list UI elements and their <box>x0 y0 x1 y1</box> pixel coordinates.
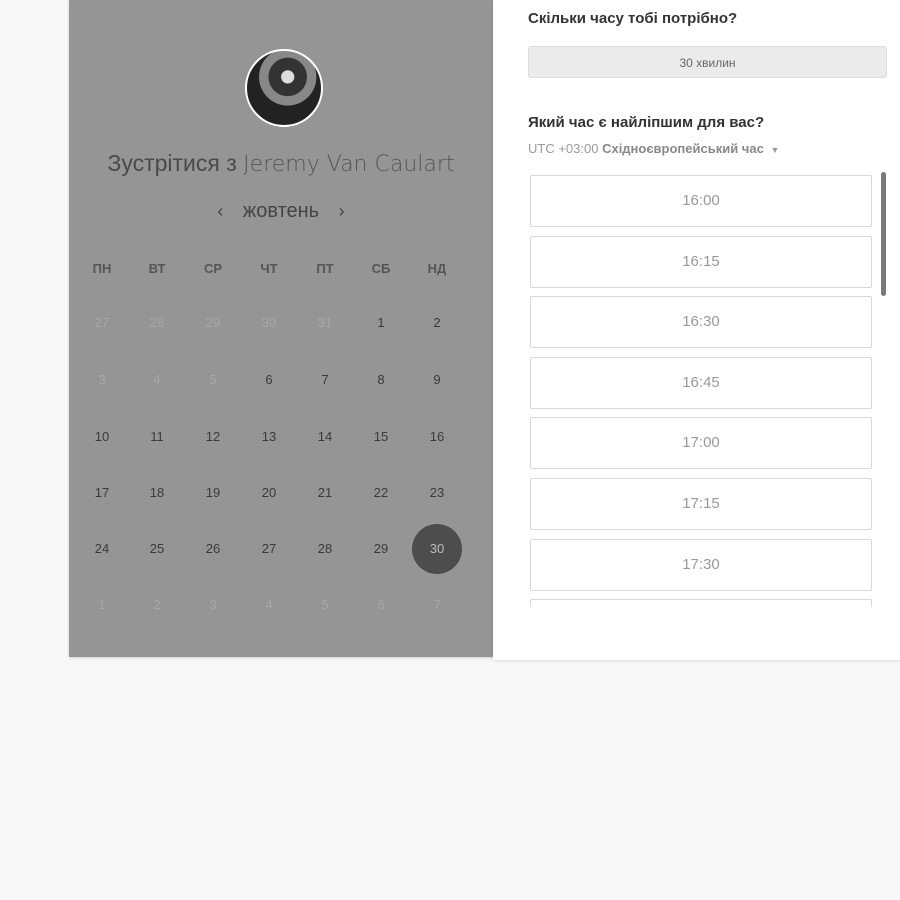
calendar-day[interactable]: 26 <box>193 539 233 559</box>
calendar-day[interactable]: 10 <box>82 427 122 447</box>
calendar-day[interactable]: 23 <box>417 483 457 503</box>
time-slot[interactable]: 17:15 <box>530 478 872 530</box>
calendar-day[interactable]: 9 <box>417 370 457 390</box>
calendar-day: 7 <box>433 597 441 612</box>
title-prefix: Зустрітися з <box>107 150 237 176</box>
host-panel: Зустрітися з Jeremy Van Caulart ‹ жовтен… <box>69 0 493 657</box>
weekday-label: ПТ <box>316 261 334 276</box>
calendar-day: 1 <box>98 597 106 612</box>
weekday-label: НД <box>427 261 447 276</box>
calendar-day[interactable]: 11 <box>137 427 177 447</box>
calendar-day[interactable]: 12 <box>193 427 233 447</box>
calendar-day: 30 <box>261 315 277 330</box>
time-slot[interactable]: 16:00 <box>530 175 872 227</box>
calendar-day[interactable]: 15 <box>361 427 401 447</box>
meeting-title: Зустрітися з Jeremy Van Caulart <box>69 150 493 177</box>
calendar-day: 3 <box>98 372 106 387</box>
tz-name: Східноєвропейський час <box>602 141 764 156</box>
weekday-label: ЧТ <box>260 261 278 276</box>
time-slot-list: 16:00 16:15 16:30 16:45 17:00 17:15 17:30 <box>530 175 875 607</box>
month-label: жовтень <box>242 200 320 223</box>
calendar-day: 5 <box>209 372 217 387</box>
calendar-day: 29 <box>205 315 221 330</box>
calendar-day[interactable]: 14 <box>305 427 345 447</box>
calendar-day[interactable]: 25 <box>137 539 177 559</box>
booking-panel: Скільки часу тобі потрібно? 30 хвилин Як… <box>493 0 900 660</box>
calendar-day[interactable]: 2 <box>417 313 457 333</box>
calendar-day[interactable]: 1 <box>361 313 401 333</box>
duration-select[interactable]: 30 хвилин <box>528 46 887 78</box>
calendar-day[interactable]: 19 <box>193 483 233 503</box>
calendar-day: 4 <box>265 597 273 612</box>
duration-heading: Скільки часу тобі потрібно? <box>528 10 738 27</box>
weekday-label: СР <box>203 261 223 276</box>
calendar-day: 27 <box>94 315 110 330</box>
calendar-day[interactable]: 6 <box>249 370 289 390</box>
caret-down-icon: ▼ <box>770 145 780 155</box>
calendar-day[interactable]: 22 <box>361 483 401 503</box>
weekday-label: СБ <box>371 261 391 276</box>
time-slot[interactable] <box>530 599 872 607</box>
calendar-day[interactable]: 20 <box>249 483 289 503</box>
calendar-day-selected[interactable]: 30 <box>412 524 462 574</box>
host-name: Jeremy Van Caulart <box>243 152 455 177</box>
time-heading: Який час є найліпшим для вас? <box>528 114 765 131</box>
host-avatar <box>245 49 323 127</box>
calendar-day[interactable]: 8 <box>361 370 401 390</box>
calendar-day[interactable]: 21 <box>305 483 345 503</box>
calendar-day: 28 <box>149 315 165 330</box>
calendar-day: 2 <box>153 597 161 612</box>
calendar-day[interactable]: 29 <box>361 539 401 559</box>
calendar-day[interactable]: 28 <box>305 539 345 559</box>
calendar-day[interactable]: 7 <box>305 370 345 390</box>
weekday-label: ВТ <box>148 261 166 276</box>
calendar-day[interactable]: 18 <box>137 483 177 503</box>
calendar-day: 5 <box>321 597 329 612</box>
timezone-select[interactable]: UTC +03:00 Східноєвропейський час ▼ <box>528 141 779 156</box>
calendar-day[interactable]: 24 <box>82 539 122 559</box>
prev-month-button[interactable]: ‹ <box>203 201 237 222</box>
tz-offset: UTC +03:00 <box>528 141 599 156</box>
time-slot[interactable]: 17:00 <box>530 417 872 470</box>
calendar-day: 3 <box>209 597 217 612</box>
time-slot[interactable]: 16:15 <box>530 235 872 288</box>
calendar-day[interactable]: 27 <box>249 539 289 559</box>
calendar-day[interactable]: 13 <box>249 427 289 447</box>
calendar-day[interactable]: 16 <box>417 427 457 447</box>
scrollbar[interactable] <box>881 172 886 296</box>
weekday-label: ПН <box>92 261 112 276</box>
next-month-button[interactable]: › <box>325 201 359 222</box>
calendar-day[interactable]: 17 <box>82 483 122 503</box>
calendar-day: 4 <box>153 372 161 387</box>
time-slot[interactable]: 16:45 <box>530 356 872 409</box>
time-slot[interactable]: 17:30 <box>530 538 872 591</box>
calendar-day: 31 <box>317 315 333 330</box>
month-nav: ‹ жовтень › <box>69 200 493 223</box>
calendar-day: 6 <box>377 597 385 612</box>
time-slot[interactable]: 16:30 <box>530 296 872 349</box>
